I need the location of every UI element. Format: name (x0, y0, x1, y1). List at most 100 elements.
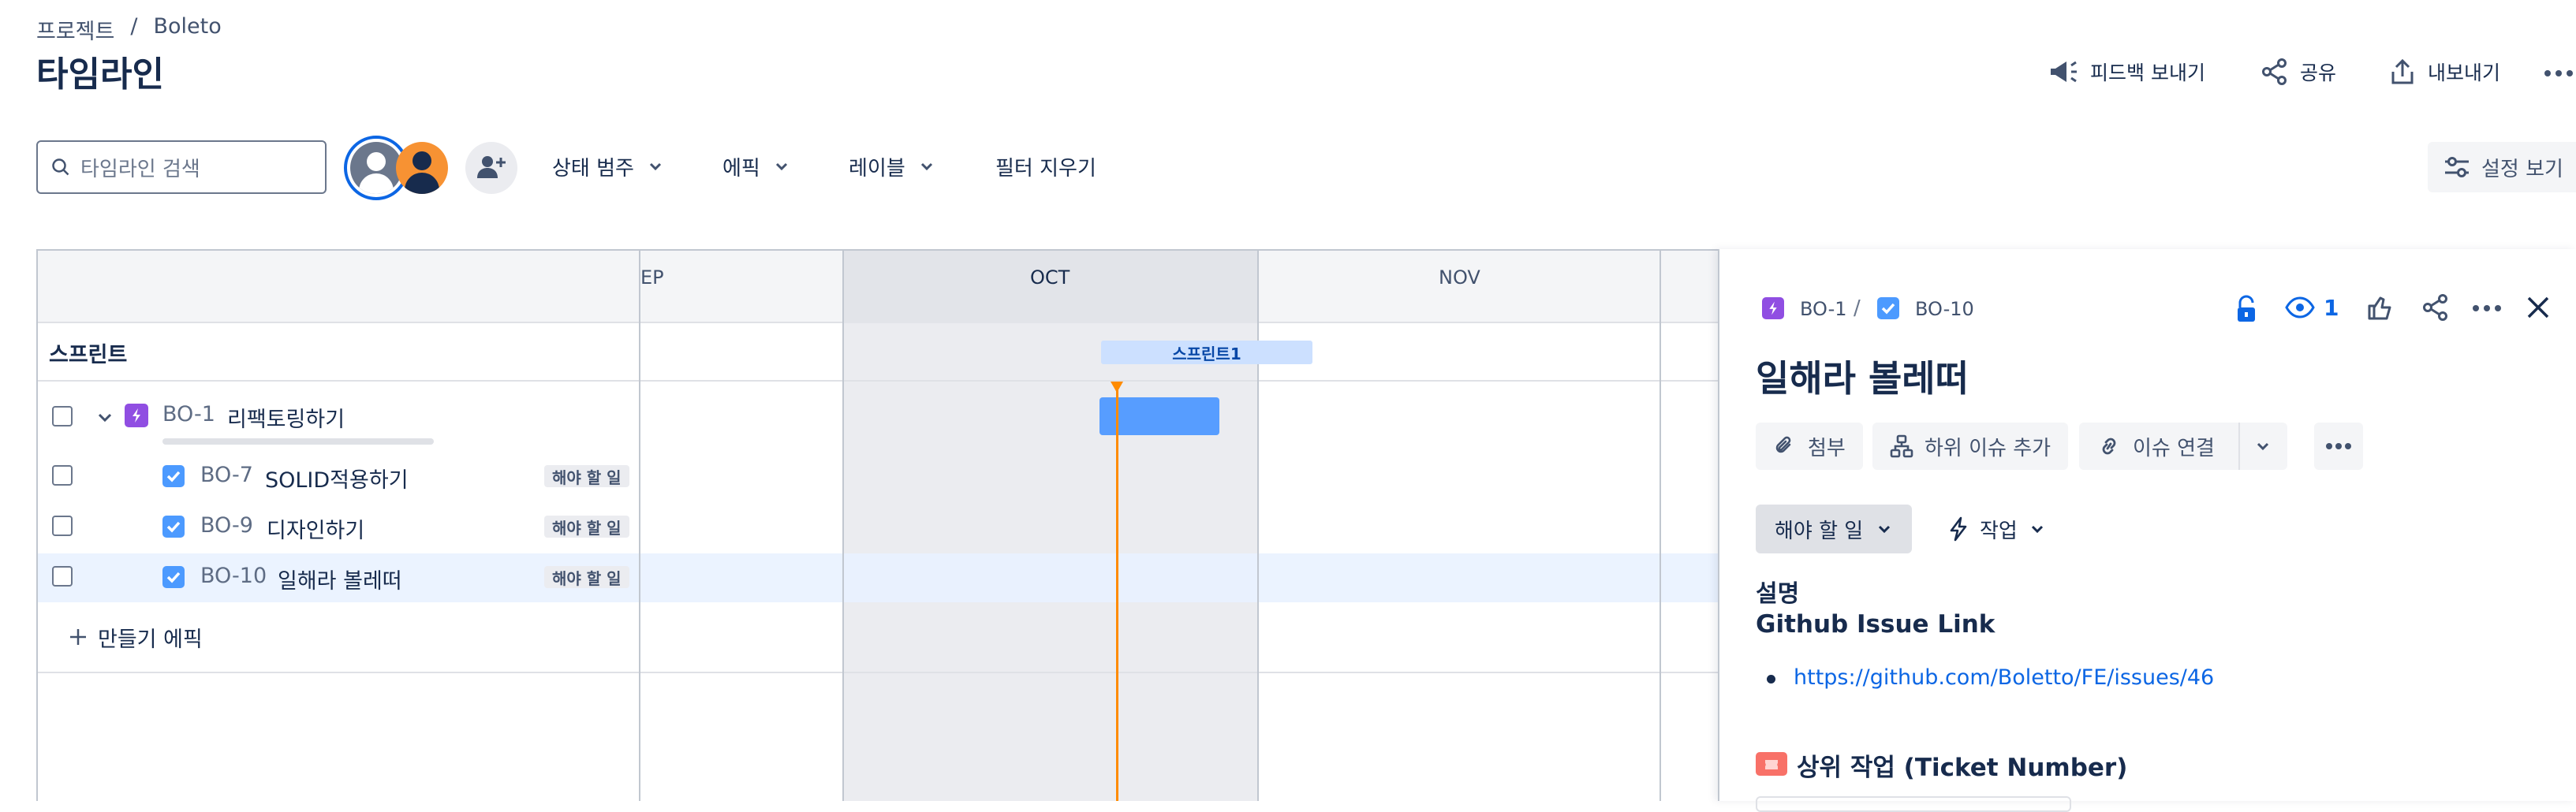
description-heading: 설명 (1756, 580, 1800, 608)
issue-key[interactable]: BO-7 (200, 463, 253, 487)
status-category-dropdown[interactable]: 상태 범주 (552, 147, 664, 186)
issue-title[interactable]: 리팩토링하기 (227, 402, 345, 433)
task-icon (162, 465, 185, 487)
sprint-bar[interactable]: 스프린트1 (1101, 341, 1312, 364)
task-icon (162, 566, 185, 588)
issue-key-link[interactable]: BO-10 (1915, 298, 1974, 320)
parent-issue-link[interactable]: BO-1 (1800, 298, 1847, 320)
month-divider (1257, 251, 1259, 801)
issue-key[interactable]: BO-10 (200, 564, 267, 588)
row-checkbox[interactable] (52, 516, 73, 536)
issue-title[interactable]: 디자인하기 (267, 513, 364, 544)
search-input[interactable]: 타임라인 검색 (36, 140, 327, 194)
paperclip-icon (1773, 434, 1797, 458)
share-button[interactable]: 공유 (2261, 54, 2336, 90)
link-issue-button[interactable]: 이슈 연결 (2079, 423, 2238, 470)
list-divider (639, 251, 640, 801)
create-epic-button[interactable]: 만들기 에픽 (68, 620, 203, 654)
search-placeholder: 타임라인 검색 (80, 157, 200, 181)
export-button[interactable]: 내보내기 (2388, 54, 2500, 90)
sprint-row-label: 스프린트 (49, 343, 128, 367)
watch-button[interactable]: 1 (2284, 292, 2339, 323)
share-icon[interactable] (2421, 293, 2450, 322)
link-issue-label: 이슈 연결 (2133, 436, 2215, 460)
attach-button[interactable]: 첨부 (1756, 423, 1863, 470)
sprint-bar-label: 스프린트1 (1172, 344, 1241, 363)
view-settings-label: 설정 보기 (2481, 157, 2563, 181)
add-child-label: 하위 이슈 추가 (1925, 436, 2051, 460)
chevron-down-icon (773, 158, 790, 175)
label-dropdown[interactable]: 레이블 (849, 147, 935, 186)
actions-dropdown[interactable]: 작업 (1948, 505, 2046, 553)
chevron-down-icon (647, 158, 664, 175)
list-divider (38, 672, 1719, 673)
feedback-button[interactable]: 피드백 보내기 (2048, 54, 2205, 90)
task-icon (162, 516, 185, 538)
watcher-count: 1 (2324, 294, 2339, 321)
link-icon (2096, 434, 2122, 458)
bullet (1767, 675, 1775, 683)
close-icon[interactable] (2524, 293, 2552, 322)
issue-title[interactable]: 일해라 볼레떠 (1756, 350, 1969, 402)
hierarchy-icon (1890, 434, 1913, 458)
status-badge: 해야 할 일 (544, 566, 629, 588)
thumbs-up-icon[interactable] (2365, 292, 2395, 323)
row-checkbox[interactable] (52, 465, 73, 486)
chevron-down-icon[interactable] (95, 408, 115, 428)
add-child-issue-button[interactable]: 하위 이슈 추가 (1872, 423, 2069, 470)
more-icon[interactable] (2541, 61, 2576, 85)
plus-icon (68, 627, 88, 647)
more-icon[interactable] (2470, 296, 2503, 320)
epic-dropdown[interactable]: 에픽 (722, 147, 790, 186)
settings-sliders-icon (2443, 155, 2470, 179)
megaphone-icon (2048, 58, 2079, 86)
chevron-down-icon (2029, 520, 2046, 538)
actions-label: 작업 (1980, 519, 2018, 543)
issue-title[interactable]: SOLID적용하기 (265, 463, 409, 494)
month-label: NOV (1439, 266, 1480, 289)
month-label: EP (640, 266, 664, 289)
parent-field[interactable] (1756, 796, 2071, 812)
create-epic-label: 만들기 에픽 (98, 627, 203, 652)
lightning-icon (1948, 516, 1969, 542)
label-dropdown-label: 레이블 (849, 156, 905, 181)
epic-icon (125, 404, 148, 427)
more-icon (2325, 438, 2352, 454)
export-icon (2388, 58, 2417, 86)
month-divider (1659, 251, 1661, 801)
chevron-down-icon (918, 158, 935, 175)
add-people-icon[interactable] (465, 142, 517, 194)
description-subheading: Github Issue Link (1756, 610, 1995, 639)
page-title: 타임라인 (36, 54, 164, 95)
row-checkbox[interactable] (52, 406, 73, 426)
month-label: OCT (1030, 266, 1070, 289)
month-divider (842, 251, 844, 801)
chevron-down-icon (1876, 520, 1893, 538)
status-category-label: 상태 범주 (552, 156, 634, 181)
github-issue-link[interactable]: https://github.com/Boletto/FE/issues/46 (1794, 665, 2214, 690)
status-dropdown[interactable]: 해야 할 일 (1756, 505, 1913, 553)
chevron-down-icon (2254, 438, 2272, 455)
clear-filters-button[interactable]: 필터 지우기 (995, 147, 1096, 186)
breadcrumb-separator: / (1854, 296, 1861, 320)
breadcrumb-project[interactable]: Boleto (153, 14, 221, 45)
more-actions-button[interactable] (2314, 423, 2363, 470)
issue-key[interactable]: BO-1 (162, 402, 215, 426)
issue-title[interactable]: 일해라 볼레떠 (278, 564, 402, 594)
issue-key[interactable]: BO-9 (200, 513, 253, 538)
eye-icon (2284, 292, 2316, 323)
epic-progress-bar (162, 438, 434, 445)
breadcrumb: 프로젝트 / Boleto (36, 14, 222, 45)
avatar[interactable] (396, 142, 448, 194)
parent-section-heading: 상위 작업 (Ticket Number) (1797, 754, 2128, 782)
export-label: 내보내기 (2428, 61, 2501, 84)
row-checkbox[interactable] (52, 566, 73, 587)
status-badge: 해야 할 일 (544, 465, 629, 487)
epic-icon (1762, 297, 1784, 319)
view-settings-button[interactable]: 설정 보기 (2428, 142, 2576, 192)
task-icon (1877, 297, 1899, 319)
breadcrumb-root[interactable]: 프로젝트 (36, 14, 114, 45)
lock-icon[interactable] (2232, 293, 2261, 325)
ticket-icon (1756, 752, 1787, 776)
link-issue-dropdown[interactable] (2238, 423, 2287, 470)
